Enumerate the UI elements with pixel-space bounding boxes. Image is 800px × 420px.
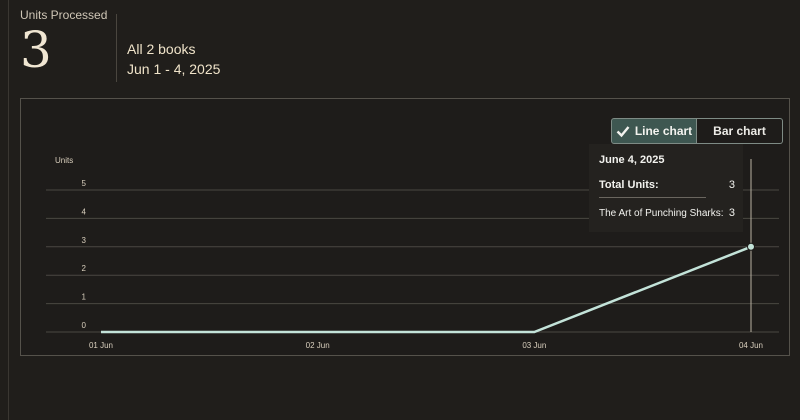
summary-value: 3: [20, 21, 52, 79]
data-point-highlighted: [747, 242, 755, 251]
x-tick-label: 01 Jun: [89, 341, 113, 350]
series-line: [101, 245, 752, 334]
y-tick-label: 3: [82, 236, 87, 245]
summary-label: Units Processed: [20, 8, 108, 22]
tooltip-book-title: The Art of Punching Sharks:: [599, 208, 724, 219]
chart-panel: Units 0 1 2 3 4 5 01 Jun 02 Jun 03 Jun 04 Jun Line…: [20, 98, 790, 356]
y-tick-label: 0: [82, 321, 87, 330]
y-tick-label: 1: [82, 293, 87, 302]
summary-date-range: Jun 1 - 4, 2025: [127, 61, 221, 77]
units-summary: Units Processed 3 All 2 books Jun 1 - 4,…: [20, 8, 320, 82]
summary-divider: [116, 14, 117, 82]
y-tick-label: 2: [82, 264, 87, 273]
x-tick-label: 03 Jun: [522, 341, 546, 350]
check-icon: [616, 124, 630, 138]
y-axis-title: Units: [55, 156, 73, 165]
tooltip-book-value: 3: [728, 207, 735, 219]
y-tick-label: 5: [82, 179, 87, 188]
tooltip-total-label: Total Units:: [599, 179, 659, 191]
tooltip-date: June 4, 2025: [599, 154, 665, 166]
bar-chart-label: Bar chart: [713, 124, 766, 138]
left-edge-rule: [8, 0, 9, 420]
summary-books: All 2 books: [127, 41, 196, 57]
tooltip-total-value: 3: [728, 179, 735, 191]
tooltip-separator: [599, 197, 706, 198]
bar-chart-button[interactable]: Bar chart: [697, 118, 783, 144]
line-chart-label: Line chart: [634, 124, 693, 138]
chart-tooltip: June 4, 2025 Total Units: 3 The Art of P…: [589, 144, 743, 232]
x-tick-label: 02 Jun: [306, 341, 330, 350]
line-chart-button[interactable]: Line chart: [611, 118, 697, 144]
chart-type-toggle: Line chart Bar chart: [611, 118, 783, 144]
x-tick-label: 04 Jun: [739, 341, 763, 350]
y-tick-label: 4: [82, 207, 87, 216]
